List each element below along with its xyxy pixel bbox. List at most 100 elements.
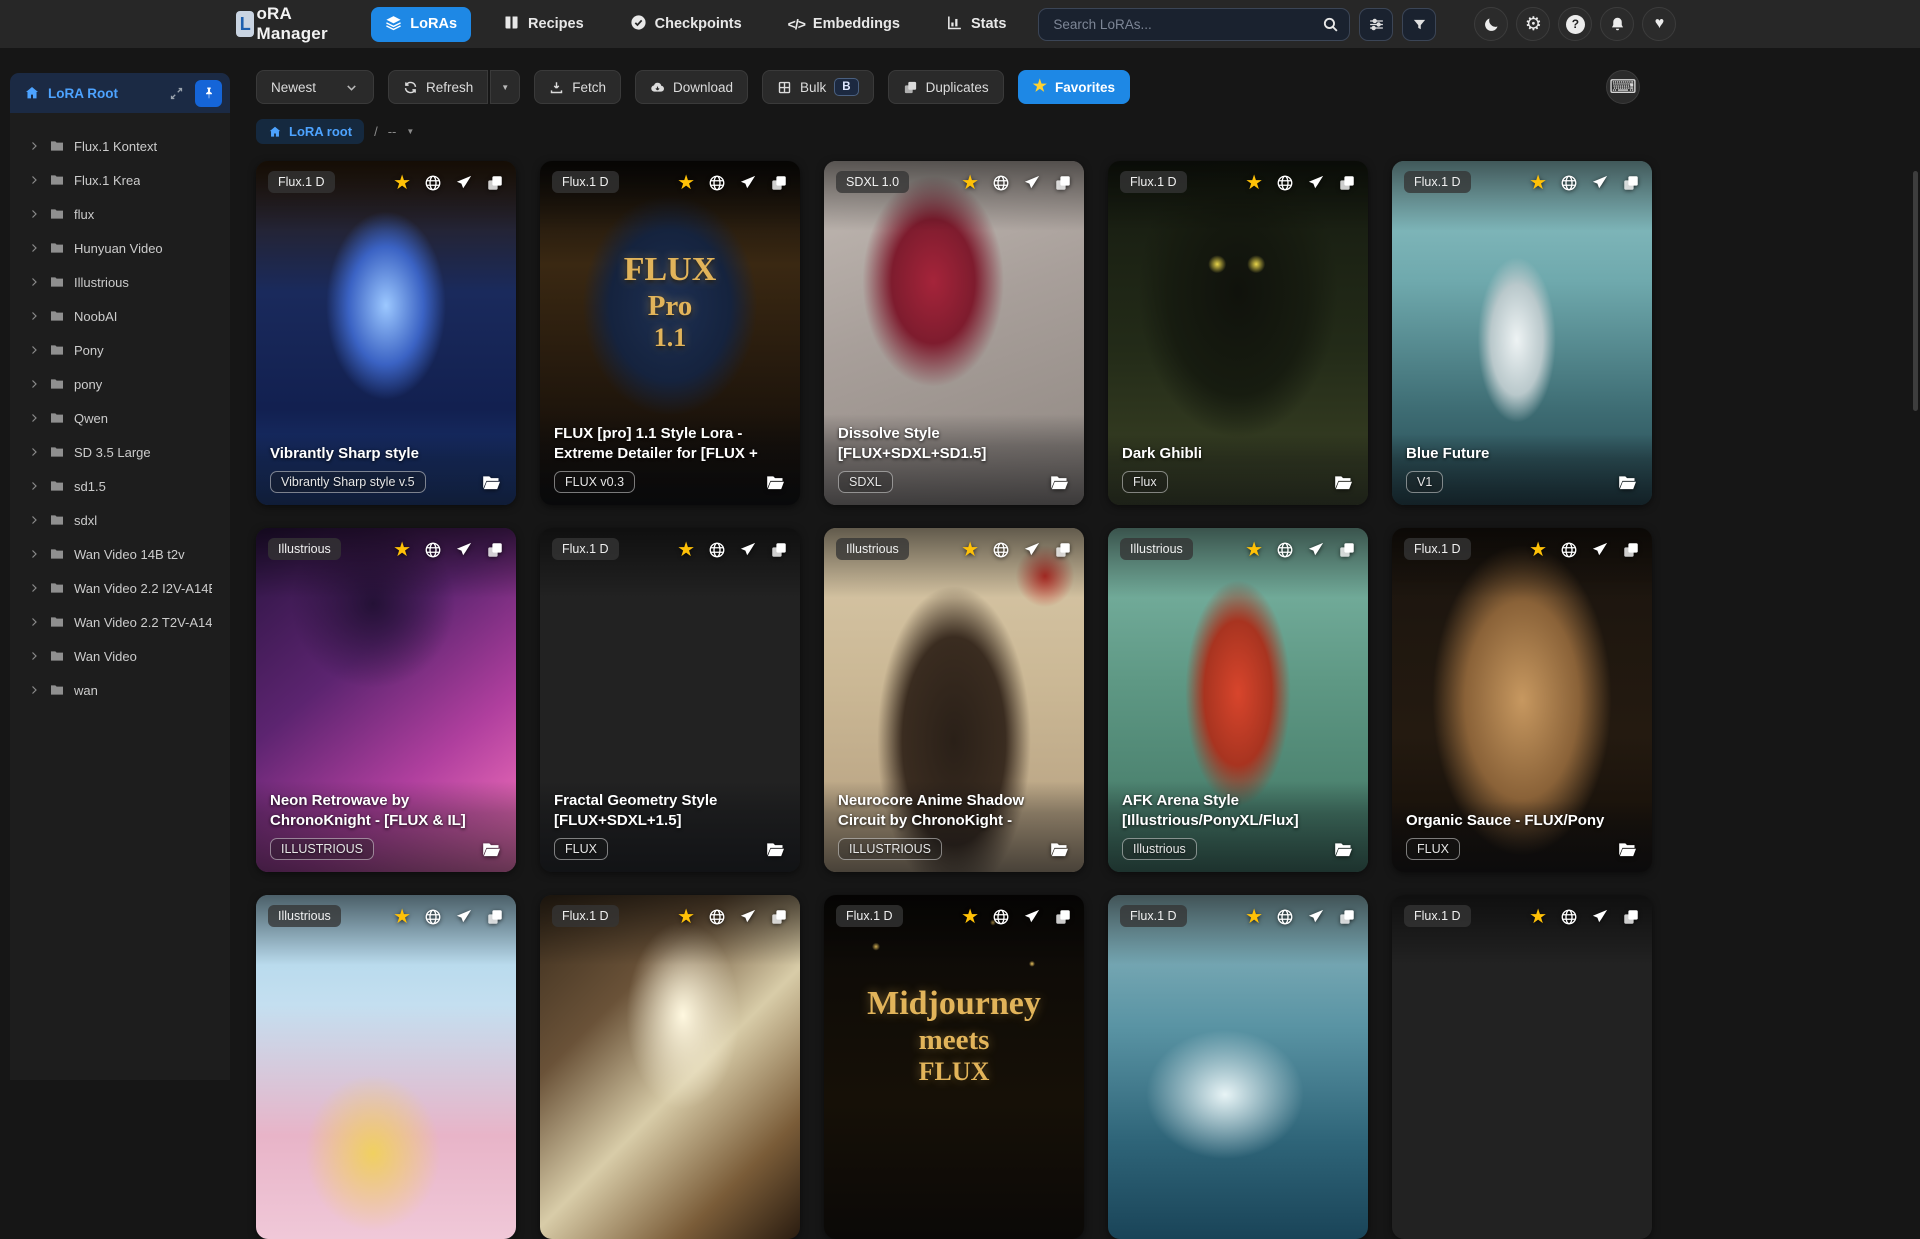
copy-icon[interactable]: [1054, 541, 1072, 559]
copy-icon[interactable]: [486, 541, 504, 559]
sidebar-folder-wan-video[interactable]: Wan Video: [20, 639, 220, 673]
collapse-tree-icon[interactable]: [166, 83, 187, 104]
send-icon[interactable]: [739, 541, 757, 559]
lora-card[interactable]: Flux.1 D★FLUXPro1.1FLUX [pro] 1.1 Style …: [540, 161, 800, 505]
chevron-right-icon[interactable]: [28, 446, 40, 458]
chevron-right-icon[interactable]: [28, 310, 40, 322]
copy-icon[interactable]: [1338, 174, 1356, 192]
breadcrumb-root[interactable]: LoRA root: [256, 119, 364, 144]
chevron-right-icon[interactable]: [28, 140, 40, 152]
send-icon[interactable]: [1307, 174, 1325, 192]
copy-icon[interactable]: [1338, 541, 1356, 559]
send-icon[interactable]: [455, 174, 473, 192]
settings-button[interactable]: ⚙: [1516, 7, 1550, 41]
lora-card[interactable]: Flux.1 D★Fractal Geometry Style [FLUX+SD…: [540, 528, 800, 872]
favorite-star-icon[interactable]: ★: [961, 540, 979, 560]
refresh-button[interactable]: Refresh: [388, 70, 488, 104]
bulk-button[interactable]: Bulk B: [762, 70, 874, 104]
send-icon[interactable]: [1023, 541, 1041, 559]
chevron-right-icon[interactable]: [28, 514, 40, 526]
civitai-globe-icon[interactable]: [1276, 908, 1294, 926]
civitai-globe-icon[interactable]: [708, 908, 726, 926]
civitai-globe-icon[interactable]: [424, 908, 442, 926]
open-folder-icon[interactable]: [765, 472, 786, 493]
civitai-globe-icon[interactable]: [1276, 541, 1294, 559]
favorite-star-icon[interactable]: ★: [1245, 907, 1263, 927]
open-folder-icon[interactable]: [1333, 472, 1354, 493]
sidebar-header[interactable]: LoRA Root: [10, 73, 230, 113]
sidebar-folder-wan[interactable]: wan: [20, 673, 220, 707]
sidebar-folder-pony[interactable]: Pony: [20, 333, 220, 367]
chevron-right-icon[interactable]: [28, 378, 40, 390]
pin-sidebar-button[interactable]: [195, 80, 222, 107]
copy-icon[interactable]: [1054, 174, 1072, 192]
open-folder-icon[interactable]: [1617, 472, 1638, 493]
favorites-filter-button[interactable]: ★ Favorites: [1018, 70, 1130, 104]
lora-card[interactable]: Flux.1 D★: [1392, 895, 1652, 1239]
send-icon[interactable]: [739, 908, 757, 926]
copy-icon[interactable]: [1054, 908, 1072, 926]
sidebar-folder-sdxl[interactable]: sdxl: [20, 503, 220, 537]
sidebar-folder-flux-1-kontext[interactable]: Flux.1 Kontext: [20, 129, 220, 163]
chevron-right-icon[interactable]: [28, 650, 40, 662]
tab-loras[interactable]: LoRAs: [371, 7, 471, 42]
sidebar-folder-noobai[interactable]: NoobAI: [20, 299, 220, 333]
sidebar-folder-sd1-5[interactable]: sd1.5: [20, 469, 220, 503]
favorite-star-icon[interactable]: ★: [1529, 173, 1547, 193]
send-icon[interactable]: [1591, 174, 1609, 192]
tab-checkpoints[interactable]: Checkpoints: [616, 7, 756, 42]
lora-card[interactable]: Illustrious★: [256, 895, 516, 1239]
send-icon[interactable]: [1591, 908, 1609, 926]
favorite-star-icon[interactable]: ★: [1529, 540, 1547, 560]
favorite-star-icon[interactable]: ★: [677, 173, 695, 193]
copy-icon[interactable]: [1622, 541, 1640, 559]
civitai-globe-icon[interactable]: [708, 174, 726, 192]
breadcrumb-caret-icon[interactable]: ▼: [406, 127, 414, 136]
send-icon[interactable]: [455, 908, 473, 926]
tab-stats[interactable]: Stats: [932, 7, 1020, 42]
lora-card[interactable]: Flux.1 D★Vibrantly Sharp styleVibrantly …: [256, 161, 516, 505]
download-button[interactable]: Download: [635, 70, 748, 104]
open-folder-icon[interactable]: [481, 839, 502, 860]
open-folder-icon[interactable]: [1049, 839, 1070, 860]
sidebar-folder-wan-video-2-2-i2v-a14b[interactable]: Wan Video 2.2 I2V-A14B: [20, 571, 220, 605]
sidebar-folder-flux-1-krea[interactable]: Flux.1 Krea: [20, 163, 220, 197]
copy-icon[interactable]: [1338, 908, 1356, 926]
civitai-globe-icon[interactable]: [424, 541, 442, 559]
chevron-right-icon[interactable]: [28, 582, 40, 594]
tab-embeddings[interactable]: </> Embeddings: [774, 9, 914, 39]
search-options-button[interactable]: [1359, 8, 1393, 41]
favorite-star-icon[interactable]: ★: [393, 173, 411, 193]
sort-select[interactable]: Newest: [256, 70, 374, 104]
favorite-star-icon[interactable]: ★: [961, 907, 979, 927]
chevron-right-icon[interactable]: [28, 208, 40, 220]
civitai-globe-icon[interactable]: [1560, 908, 1578, 926]
search-input[interactable]: [1053, 17, 1322, 32]
sidebar-folder-qwen[interactable]: Qwen: [20, 401, 220, 435]
sidebar-folder-hunyuan-video[interactable]: Hunyuan Video: [20, 231, 220, 265]
favorite-star-icon[interactable]: ★: [677, 907, 695, 927]
copy-icon[interactable]: [1622, 908, 1640, 926]
open-folder-icon[interactable]: [481, 472, 502, 493]
copy-icon[interactable]: [486, 908, 504, 926]
filter-button[interactable]: [1402, 8, 1436, 41]
send-icon[interactable]: [1023, 908, 1041, 926]
chevron-right-icon[interactable]: [28, 276, 40, 288]
open-folder-icon[interactable]: [1617, 839, 1638, 860]
open-folder-icon[interactable]: [765, 839, 786, 860]
civitai-globe-icon[interactable]: [1560, 174, 1578, 192]
chevron-right-icon[interactable]: [28, 412, 40, 424]
lora-card[interactable]: Flux.1 D★Blue FutureV1: [1392, 161, 1652, 505]
lora-card[interactable]: Flux.1 D★: [1108, 895, 1368, 1239]
lora-card[interactable]: Flux.1 D★MidjourneymeetsFLUX: [824, 895, 1084, 1239]
civitai-globe-icon[interactable]: [1276, 174, 1294, 192]
sidebar-folder-sd-3-5-large[interactable]: SD 3.5 Large: [20, 435, 220, 469]
civitai-globe-icon[interactable]: [424, 174, 442, 192]
fetch-button[interactable]: Fetch: [534, 70, 621, 104]
civitai-globe-icon[interactable]: [992, 174, 1010, 192]
chevron-right-icon[interactable]: [28, 480, 40, 492]
open-folder-icon[interactable]: [1333, 839, 1354, 860]
civitai-globe-icon[interactable]: [1560, 541, 1578, 559]
chevron-right-icon[interactable]: [28, 548, 40, 560]
lora-card[interactable]: SDXL 1.0★Dissolve Style [FLUX+SDXL+SD1.5…: [824, 161, 1084, 505]
